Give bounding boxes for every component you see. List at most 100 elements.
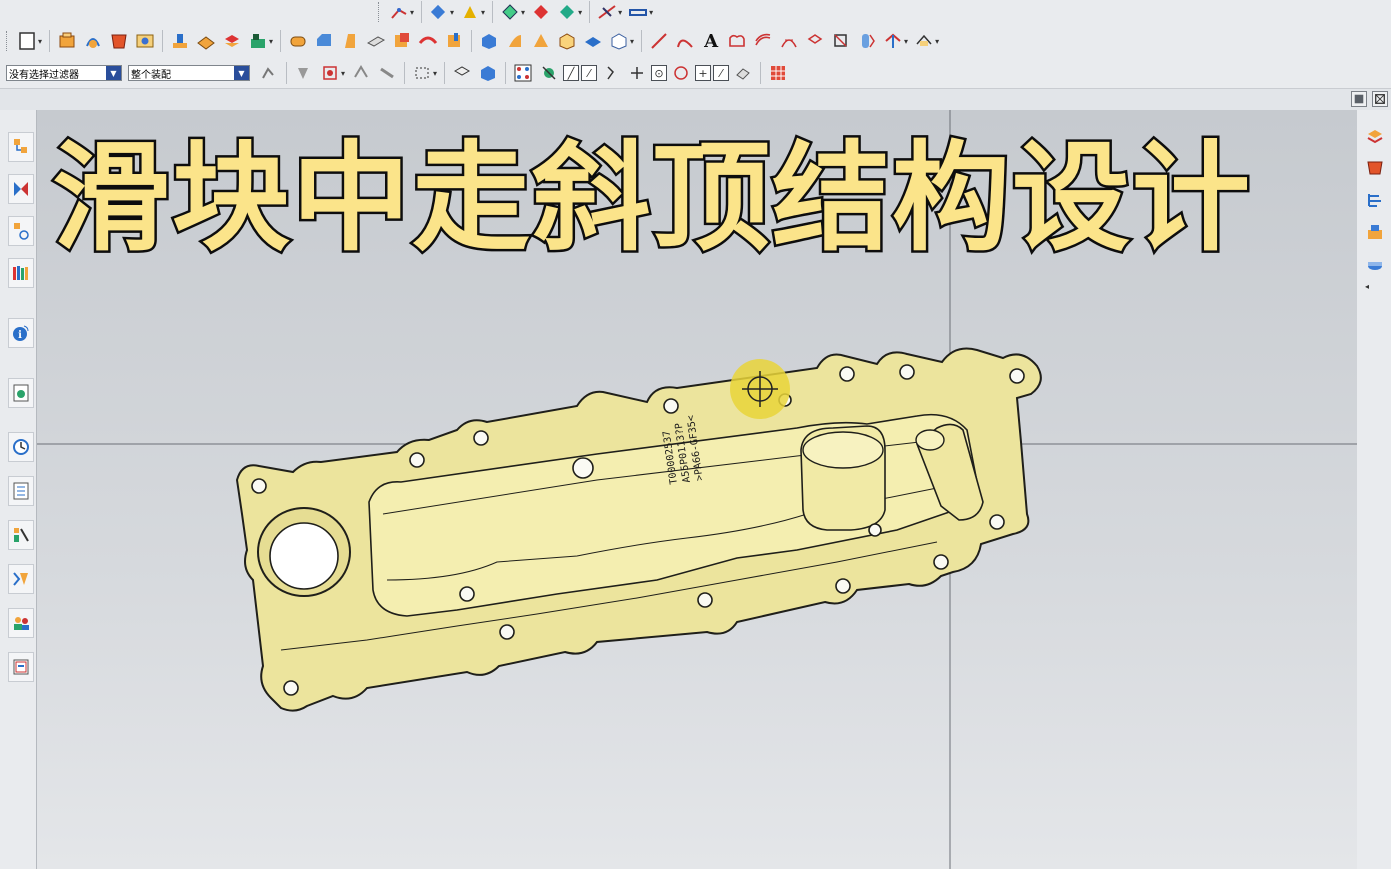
arc-icon[interactable]	[674, 30, 696, 52]
pad-icon[interactable]	[221, 30, 243, 52]
selection-bar: 没有选择过滤器 ▼ 整个装配 ▼ ▾ ▾ ╱ ⁄ ⊙ + ⁄	[0, 60, 1391, 86]
revolve-icon[interactable]	[82, 30, 104, 52]
select-edge-icon[interactable]	[376, 62, 398, 84]
text-icon: A	[704, 30, 719, 52]
process-studio-icon	[14, 528, 29, 542]
chevron-down-icon: ▼	[106, 66, 121, 80]
cylinder-icon[interactable]	[504, 30, 526, 52]
draft-icon[interactable]	[339, 30, 361, 52]
hole-icon[interactable]	[134, 30, 156, 52]
info-icon: i	[13, 325, 29, 341]
project-curve-icon[interactable]	[804, 30, 826, 52]
snap-point-on-surface-icon[interactable]	[732, 62, 754, 84]
move-object-icon[interactable]	[596, 1, 618, 23]
select-solid-icon[interactable]	[451, 62, 473, 84]
sweep-icon[interactable]	[417, 30, 439, 52]
type-filter-value: 没有选择过滤器	[9, 69, 79, 81]
slot-icon[interactable]	[247, 30, 269, 52]
toolbar-row-modeling: ▾ ▾ ▾ A ▾ ▾	[0, 25, 1391, 57]
palette-icon	[13, 659, 29, 675]
text-tool-button[interactable]: A	[700, 30, 722, 52]
manufacturing-wizards-tab[interactable]	[8, 564, 34, 594]
show-hide-icon[interactable]	[530, 1, 552, 23]
selection-scope-value: 整个装配	[131, 69, 171, 81]
extrude-icon[interactable]	[56, 30, 78, 52]
intersect-curve-icon[interactable]	[830, 30, 852, 52]
shell-icon[interactable]	[108, 30, 130, 52]
wcs-icon[interactable]	[459, 1, 481, 23]
restore-window-button[interactable]	[1351, 91, 1367, 107]
snap-point-on-curve-icon[interactable]: ⁄	[713, 65, 730, 81]
snap-clear-icon[interactable]	[538, 62, 560, 84]
hd3d-tools-tab[interactable]: i	[8, 318, 34, 348]
toolbar-area: ▾ ▾ ▾ ▾ ▾ ▾ ▾ ▾ ▾ ▾ A ▾ ▾ 没有选择过滤器 ▼ 整个装配…	[0, 0, 1391, 111]
process-studio-tab[interactable]	[8, 520, 34, 550]
view-strip	[0, 88, 1391, 111]
boss-icon[interactable]	[169, 30, 191, 52]
line-icon[interactable]	[648, 30, 670, 52]
snap-quadrant-icon[interactable]	[670, 62, 692, 84]
fullscreen-icon	[1375, 94, 1385, 104]
outline-icon[interactable]	[726, 30, 748, 52]
snap-existing-point-icon[interactable]: +	[695, 65, 712, 81]
pocket-icon[interactable]	[195, 30, 217, 52]
general-selection-filter-icon[interactable]	[258, 62, 280, 84]
select-body-icon[interactable]	[319, 62, 341, 84]
cone-icon[interactable]	[530, 30, 552, 52]
grid-icon[interactable]	[767, 62, 789, 84]
unite-icon[interactable]	[582, 30, 604, 52]
system-materials-icon	[13, 482, 29, 500]
selection-icon[interactable]	[499, 1, 521, 23]
curve-analysis-icon[interactable]	[913, 30, 935, 52]
thicken-icon[interactable]	[365, 30, 387, 52]
overlay-title: 滑块中走斜顶结构设计	[50, 127, 1253, 270]
bridge-curve-icon[interactable]	[778, 30, 800, 52]
restore-icon	[1354, 94, 1364, 104]
valve-cover-part[interactable]: T00002537 A55P0113?P >PA66-GF35<	[235, 347, 1042, 712]
sphere-icon[interactable]	[556, 30, 578, 52]
subtract-icon[interactable]	[608, 30, 630, 52]
web-browser-icon	[13, 384, 29, 402]
type-filter-select[interactable]: 没有选择过滤器 ▼	[6, 65, 122, 81]
system-materials-tab[interactable]	[8, 476, 34, 506]
visualization-icon	[13, 572, 28, 586]
toolbar-grip[interactable]	[378, 2, 382, 22]
view-orient-icon[interactable]	[556, 1, 578, 23]
select-component-icon[interactable]	[477, 62, 499, 84]
chamfer-icon[interactable]	[313, 30, 335, 52]
selection-scope-select[interactable]: 整个装配 ▼	[128, 65, 250, 81]
web-browser-tab[interactable]	[8, 378, 34, 408]
snap-arc-center-icon[interactable]: ⊙	[651, 65, 668, 81]
select-feature-icon[interactable]	[293, 62, 315, 84]
block-icon[interactable]	[478, 30, 500, 52]
snap-mid-point-icon[interactable]: ⁄	[581, 65, 598, 81]
history-tab[interactable]	[8, 432, 34, 462]
snap-end-point-icon[interactable]: ╱	[563, 65, 580, 81]
snap-intersection-icon[interactable]	[626, 62, 648, 84]
system-scenes-tab[interactable]	[8, 652, 34, 682]
history-icon	[13, 439, 29, 455]
toolbar-grip[interactable]	[6, 31, 10, 51]
svg-text:i: i	[18, 330, 22, 341]
section-curve-icon[interactable]	[856, 30, 878, 52]
extract-curve-icon[interactable]	[882, 30, 904, 52]
offset-face-icon[interactable]	[391, 30, 413, 52]
roles-icon	[14, 617, 29, 630]
datum-csys-icon[interactable]	[388, 1, 410, 23]
roles-tab[interactable]	[8, 608, 34, 638]
offset-curve-icon[interactable]	[752, 30, 774, 52]
chevron-down-icon: ▼	[234, 66, 249, 80]
cursor-icon	[730, 359, 790, 419]
toolbar-row-top: ▾ ▾ ▾ ▾ ▾ ▾ ▾	[0, 0, 1391, 24]
measure-distance-icon[interactable]	[627, 1, 649, 23]
select-face-icon[interactable]	[350, 62, 372, 84]
new-file-icon[interactable]	[16, 30, 38, 52]
collapse-arrow-icon[interactable]: ◂	[1365, 282, 1369, 291]
rectangle-select-icon[interactable]	[411, 62, 433, 84]
trim-body-icon[interactable]	[443, 30, 465, 52]
blend-icon[interactable]	[287, 30, 309, 52]
snap-point-settings-icon[interactable]	[512, 62, 534, 84]
fullscreen-button[interactable]	[1372, 91, 1388, 107]
snap-control-point-icon[interactable]	[600, 62, 622, 84]
snap-point-icon[interactable]	[428, 1, 450, 23]
